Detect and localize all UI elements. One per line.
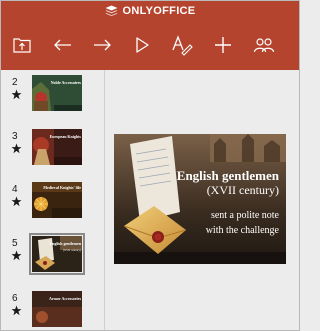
slide-thumbnail-4[interactable]: 4 Medieval Knights' life bbox=[1, 182, 104, 228]
edit-text-button[interactable] bbox=[167, 30, 197, 60]
slide-thumbnail-3[interactable]: 3 European Knights bbox=[1, 129, 104, 175]
redo-icon bbox=[94, 39, 111, 51]
users-icon bbox=[253, 38, 275, 53]
app-header: ONLYOFFICE bbox=[1, 1, 299, 70]
app-window: ONLYOFFICE 2 Noble Accessoires 3 Europea… bbox=[0, 0, 300, 331]
star-icon bbox=[11, 89, 22, 100]
slide-title: Medieval Knights' life bbox=[43, 185, 81, 190]
slide-number: 5 bbox=[12, 238, 18, 249]
undo-icon bbox=[54, 39, 71, 51]
toolbar bbox=[1, 30, 299, 62]
open-document-button[interactable] bbox=[7, 30, 37, 60]
current-slide[interactable]: English gentlemen (XVII century) sent a … bbox=[114, 134, 286, 264]
edit-text-icon bbox=[172, 35, 193, 56]
app-title: ONLYOFFICE bbox=[122, 5, 196, 17]
play-icon bbox=[136, 37, 149, 53]
slide-number: 3 bbox=[12, 131, 18, 142]
slide-subtitle: (XVII century) bbox=[62, 248, 81, 252]
play-button[interactable] bbox=[127, 30, 157, 60]
slide-preview: Noble Accessoires bbox=[32, 75, 82, 111]
star-icon bbox=[11, 196, 22, 207]
add-button[interactable] bbox=[208, 30, 238, 60]
star-icon bbox=[11, 143, 22, 154]
slide-number: 2 bbox=[12, 77, 18, 88]
slide-title: English gentlemen bbox=[49, 241, 81, 246]
onlyoffice-logo-icon bbox=[105, 5, 118, 17]
slide-thumbnail-5[interactable]: 5 English gentlemen (XVII century) bbox=[1, 233, 104, 282]
slide-text-line-1[interactable]: sent a polite note bbox=[211, 210, 279, 222]
slide-editor-canvas[interactable]: English gentlemen (XVII century) sent a … bbox=[105, 70, 299, 330]
slide-preview: English gentlemen (XVII century) bbox=[29, 233, 85, 275]
slide-title: European Knights bbox=[49, 134, 81, 139]
redo-button[interactable] bbox=[87, 30, 117, 60]
slide-text-line-2[interactable]: with the challenge bbox=[206, 225, 279, 237]
open-document-icon bbox=[13, 38, 31, 53]
slide-preview: Armor Accessories bbox=[32, 291, 82, 327]
slide-thumbnails-panel: 2 Noble Accessoires 3 European Knights 4… bbox=[1, 70, 105, 330]
slide-title: Armor Accessories bbox=[48, 296, 81, 301]
slide-title[interactable]: English gentlemen bbox=[177, 168, 279, 183]
slide-background-image bbox=[114, 134, 286, 264]
undo-button[interactable] bbox=[48, 30, 78, 60]
star-icon bbox=[11, 250, 22, 261]
slide-thumbnail-2[interactable]: 2 Noble Accessoires bbox=[1, 75, 104, 121]
star-icon bbox=[11, 305, 22, 316]
brand: ONLYOFFICE bbox=[1, 4, 299, 18]
slide-number: 4 bbox=[12, 184, 18, 195]
slide-number: 6 bbox=[12, 293, 18, 304]
users-button[interactable] bbox=[249, 30, 279, 60]
slide-preview: Medieval Knights' life bbox=[32, 182, 82, 218]
slide-preview: European Knights bbox=[32, 129, 82, 165]
add-icon bbox=[215, 37, 231, 53]
slide-thumbnail-6[interactable]: 6 Armor Accessories bbox=[1, 291, 104, 330]
slide-subtitle[interactable]: (XVII century) bbox=[207, 183, 279, 197]
slide-title: Noble Accessoires bbox=[50, 80, 81, 85]
